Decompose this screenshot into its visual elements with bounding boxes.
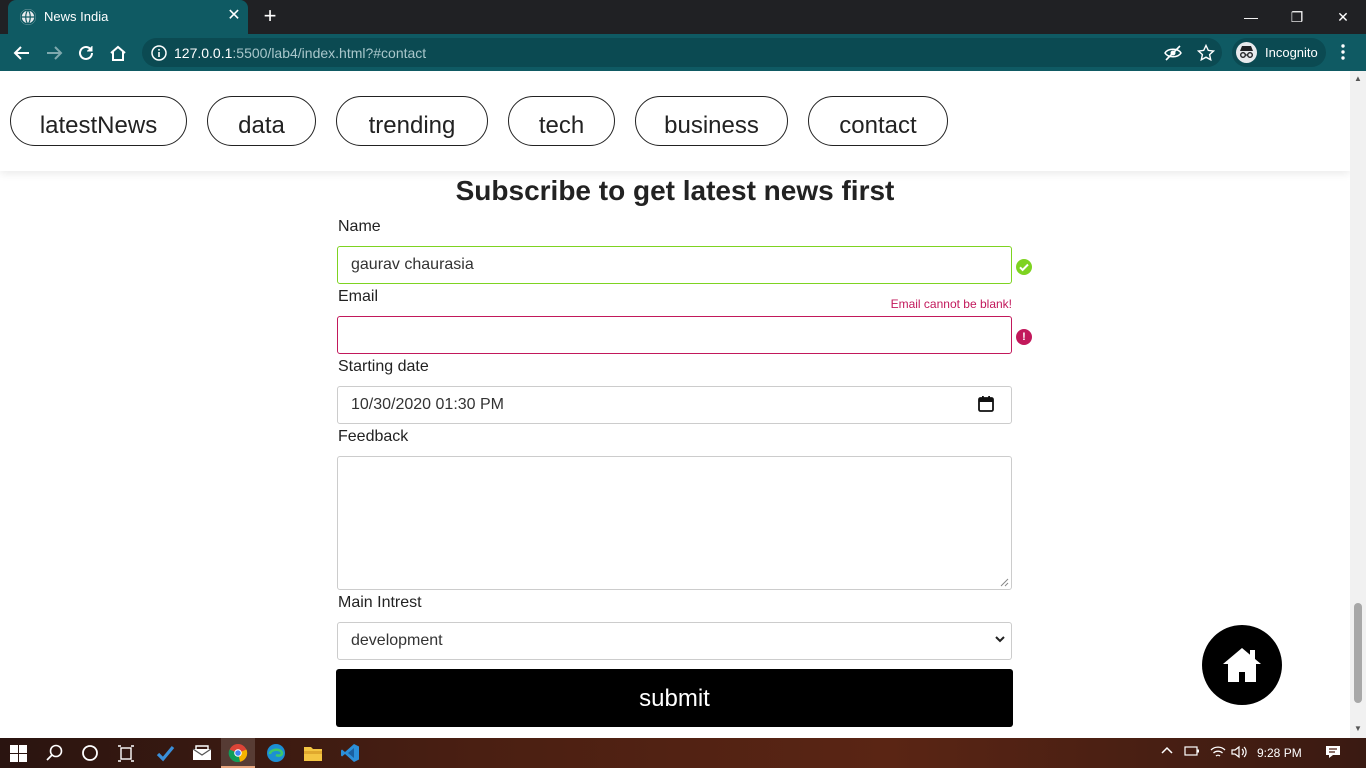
wifi-icon[interactable]	[1210, 745, 1226, 762]
url-text[interactable]: 127.0.0.1:5500/lab4/index.html?#contact	[174, 45, 426, 61]
browser-tab-active[interactable]: News India ✕	[8, 0, 248, 34]
feedback-textarea[interactable]	[337, 456, 1012, 590]
address-bar[interactable]: 127.0.0.1:5500/lab4/index.html?#contact	[142, 38, 1222, 67]
calendar-icon[interactable]	[977, 395, 995, 413]
url-path: :5500/lab4/index.html?#contact	[232, 45, 427, 61]
house-icon	[1223, 648, 1261, 682]
email-label: Email	[338, 288, 379, 305]
vscode-insiders-icon[interactable]	[154, 742, 176, 764]
site-navbar: latestNews data trending tech business c…	[0, 71, 1350, 171]
url-host: 127.0.0.1	[174, 45, 233, 61]
feedback-label: Feedback	[338, 428, 409, 445]
interest-label: Main Intrest	[338, 594, 422, 611]
nav-data[interactable]: data	[207, 96, 316, 146]
tab-title: News India	[44, 9, 109, 24]
file-explorer-icon[interactable]	[302, 742, 324, 764]
notification-center-icon[interactable]	[1325, 745, 1341, 762]
scroll-down-icon[interactable]: ▼	[1354, 725, 1362, 733]
eye-off-icon[interactable]	[1164, 45, 1182, 66]
kebab-menu-icon[interactable]	[1340, 43, 1346, 66]
vscode-icon[interactable]	[339, 742, 361, 764]
info-icon[interactable]	[151, 45, 167, 66]
chrome-icon[interactable]	[227, 742, 249, 764]
nav-trending[interactable]: trending	[336, 96, 488, 146]
tab-close-icon[interactable]: ✕	[226, 8, 242, 24]
cortana-icon[interactable]	[79, 742, 101, 764]
email-input[interactable]	[337, 316, 1012, 354]
error-circle-icon: !	[1016, 329, 1032, 345]
task-view-icon[interactable]	[115, 742, 137, 764]
date-input[interactable]: 10/30/2020 01:30 PM	[337, 386, 1012, 424]
home-icon[interactable]	[107, 42, 129, 64]
maximize-button[interactable]: ❐	[1274, 0, 1320, 34]
name-label: Name	[338, 218, 381, 235]
resize-grip-icon[interactable]	[1000, 578, 1009, 587]
search-icon[interactable]	[44, 742, 66, 764]
scroll-thumb[interactable]	[1354, 603, 1362, 703]
edge-icon[interactable]	[265, 742, 287, 764]
nav-contact[interactable]: contact	[808, 96, 948, 146]
volume-icon[interactable]	[1231, 745, 1247, 762]
new-tab-button[interactable]: +	[260, 5, 280, 27]
check-circle-icon	[1016, 259, 1032, 275]
incognito-icon	[1236, 42, 1257, 63]
windows-start-icon[interactable]	[7, 742, 29, 764]
reload-icon[interactable]	[75, 42, 97, 64]
form-title: Subscribe to get latest news first	[455, 175, 895, 206]
submit-button[interactable]: submit	[336, 669, 1013, 727]
interest-select[interactable]: development	[337, 622, 1012, 660]
minimize-button[interactable]: —	[1228, 0, 1274, 34]
nav-latestnews[interactable]: latestNews	[10, 96, 187, 146]
email-error-message: Email cannot be blank!	[890, 297, 1012, 311]
taskbar-clock[interactable]: 9:28 PM	[1257, 746, 1302, 760]
incognito-badge[interactable]: Incognito	[1232, 38, 1326, 67]
date-label: Starting date	[338, 358, 429, 375]
browser-toolbar: 127.0.0.1:5500/lab4/index.html?#contact …	[0, 34, 1366, 71]
window-close-button[interactable]: ✕	[1320, 0, 1366, 34]
chevron-down-icon	[994, 633, 1006, 648]
chevron-up-icon[interactable]	[1161, 745, 1173, 760]
star-icon[interactable]	[1196, 43, 1216, 67]
nav-tech[interactable]: tech	[508, 96, 615, 146]
page-scrollbar[interactable]: ▲ ▼	[1350, 71, 1366, 738]
battery-icon[interactable]	[1184, 745, 1200, 760]
back-icon[interactable]	[11, 42, 33, 64]
nav-business[interactable]: business	[635, 96, 788, 146]
name-input[interactable]: gaurav chaurasia	[337, 246, 1012, 284]
page-viewport: latestNews data trending tech business c…	[0, 71, 1350, 738]
globe-icon	[20, 9, 36, 25]
home-fab-button[interactable]	[1202, 625, 1282, 705]
mail-icon[interactable]	[191, 742, 213, 764]
forward-icon[interactable]	[43, 42, 65, 64]
incognito-label: Incognito	[1265, 45, 1318, 60]
windows-taskbar: 9:28 PM	[0, 738, 1366, 768]
browser-titlebar: News India ✕ + — ❐ ✕	[0, 0, 1366, 34]
scroll-up-icon[interactable]: ▲	[1354, 75, 1362, 83]
